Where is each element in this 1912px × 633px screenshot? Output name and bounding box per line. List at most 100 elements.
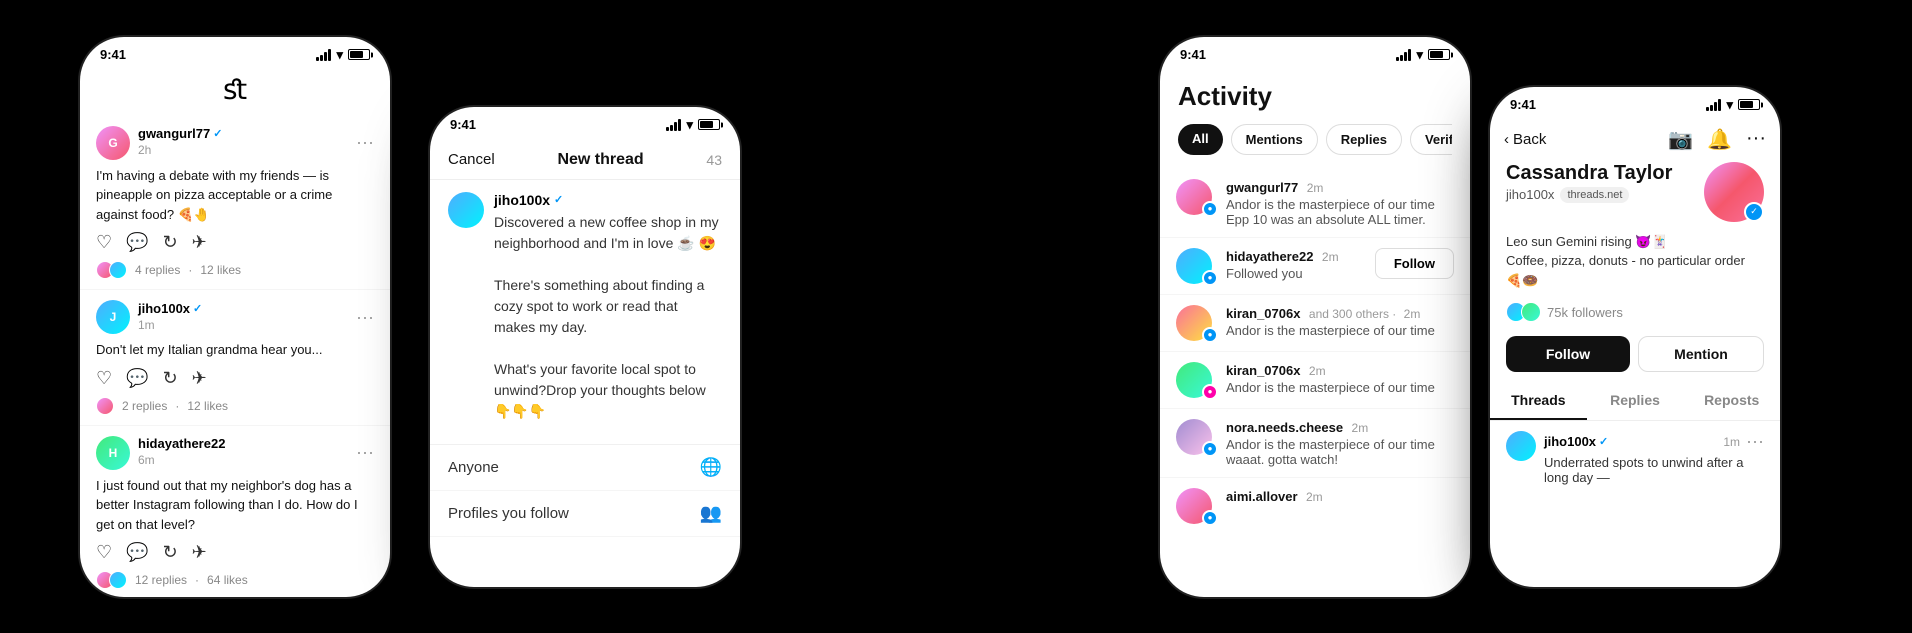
post-likes-1: 12 likes [200,263,241,277]
activity-time-6: 2m [1306,490,1323,504]
wifi-icon-1: ▾ [336,47,343,63]
stat-avatars-3 [96,571,127,589]
more-button-2[interactable]: ··· [356,307,374,328]
share-icon-3[interactable]: ✈ [192,542,207,563]
profile-nav: ‹ Back 📷 🔔 ··· [1490,119,1780,158]
status-icons-4: ▾ [1706,97,1760,113]
comment-icon-3[interactable]: 💬 [126,542,148,563]
phone-feed: 9:41 ▾ ﬆ G [80,37,390,597]
post-replies-2: 2 replies [122,399,167,413]
audience-anyone-label: Anyone [448,459,499,476]
activity-desc-4: Andor is the masterpiece of our time [1226,380,1454,395]
audience-section: Anyone 🌐 Profiles you follow 👥 [430,444,740,537]
repost-icon-3[interactable]: ↻ [163,542,178,563]
battery-icon-1 [348,49,370,60]
signal-icon-2 [666,119,681,131]
stat-avatars-1 [96,261,127,279]
activity-user-5: nora.needs.cheese [1226,420,1343,435]
avatar-hidayathere22: H [96,436,130,470]
repost-icon-2[interactable]: ↻ [163,368,178,389]
compose-verified: ✓ [554,193,563,206]
filter-mentions[interactable]: Mentions [1231,124,1318,155]
avatar-jiho100x: J [96,300,130,334]
profile-info: Cassandra Taylor jiho100x threads.net [1506,162,1704,203]
activity-indicator-1: ● [1202,201,1218,217]
like-icon-1[interactable]: ♡ [96,232,112,253]
activity-text-4: kiran_0706x 2m Andor is the masterpiece … [1226,362,1454,395]
profile-post-more[interactable]: ··· [1746,431,1764,452]
compose-area: jiho100x ✓ Discovered a new coffee shop … [430,180,740,434]
time-1: 9:41 [100,47,126,62]
mention-button[interactable]: Mention [1638,336,1764,372]
filter-replies[interactable]: Replies [1326,124,1402,155]
status-bar-2: 9:41 ▾ [430,107,740,139]
activity-time-3b: 2m [1404,307,1421,321]
post-header-1: G gwangurl77 ✓ 2h ··· [96,126,374,160]
stat-av-2 [109,261,127,279]
activity-text-5: nora.needs.cheese 2m Andor is the master… [1226,419,1454,467]
signal-icon-1 [316,49,331,61]
cancel-button[interactable]: Cancel [448,151,495,168]
back-button[interactable]: ‹ Back [1504,131,1546,148]
wifi-icon-3: ▾ [1416,47,1423,63]
more-button-1[interactable]: ··· [356,132,374,153]
post-time-2: 1m [138,318,155,332]
profile-followers: 75k followers [1490,298,1780,332]
filter-all[interactable]: All [1178,124,1223,155]
comment-icon-2[interactable]: 💬 [126,368,148,389]
share-icon-1[interactable]: ✈ [192,232,207,253]
activity-time-2: 2m [1322,250,1339,264]
like-icon-3[interactable]: ♡ [96,542,112,563]
status-bar-3: 9:41 ▾ [1160,37,1470,69]
bell-icon[interactable]: 🔔 [1707,127,1732,152]
post-time-1: 2h [138,143,151,157]
feed-header: ﬆ [80,69,390,116]
audience-anyone[interactable]: Anyone 🌐 [430,445,740,491]
follow-button-hidayathere22[interactable]: Follow [1375,248,1454,279]
threads-logo: ﬆ [223,73,247,106]
activity-indicator-3: ● [1202,327,1218,343]
more-button-3[interactable]: ··· [356,442,374,463]
share-icon-2[interactable]: ✈ [192,368,207,389]
compose-text[interactable]: Discovered a new coffee shop in my neigh… [494,212,722,422]
post-replies-3: 12 replies [135,573,187,587]
audience-profiles-follow[interactable]: Profiles you follow 👥 [430,491,740,537]
repost-icon-1[interactable]: ↻ [163,232,178,253]
tab-reposts[interactable]: Reposts [1683,382,1780,420]
battery-icon-4 [1738,99,1760,110]
bio-line-2: Coffee, pizza, donuts - no particular or… [1506,251,1764,290]
activity-avatars-5: ● [1176,419,1216,455]
instagram-icon[interactable]: 📷 [1668,127,1693,152]
follow-profile-button[interactable]: Follow [1506,336,1630,372]
compose-content: jiho100x ✓ Discovered a new coffee shop … [494,192,722,422]
tab-replies[interactable]: Replies [1587,382,1684,420]
activity-item-2: ● hidayathere22 2m Followed you Follow [1160,238,1470,295]
comment-icon-1[interactable]: 💬 [126,232,148,253]
post-content-3: I just found out that my neighbor's dog … [96,476,374,535]
phone-profile: 9:41 ▾ ‹ Back 📷 � [1490,87,1780,587]
feed-post-1: G gwangurl77 ✓ 2h ··· I'm having a debat… [80,116,390,291]
activity-user-1: gwangurl77 [1226,180,1298,195]
profile-post-avatar [1506,431,1536,461]
activity-time-3: and 300 others · [1309,307,1400,321]
compose-username: jiho100x ✓ [494,192,722,208]
profile-badge: ✓ [1744,202,1764,222]
char-count: 43 [706,152,722,168]
people-icon: 👥 [700,503,722,524]
tab-threads[interactable]: Threads [1490,382,1587,420]
activity-indicator-2: ● [1202,270,1218,286]
battery-icon-3 [1428,49,1450,60]
profile-tabs: Threads Replies Reposts [1490,382,1780,421]
globe-icon: 🌐 [700,457,722,478]
post-meta-1: gwangurl77 ✓ 2h [138,126,348,159]
activity-time-5: 2m [1352,421,1369,435]
more-icon[interactable]: ··· [1746,127,1766,152]
activity-indicator-4: ● [1202,384,1218,400]
filter-verified[interactable]: Verif... [1410,124,1452,155]
profile-actions: Follow Mention [1490,332,1780,382]
activity-item-5: ● nora.needs.cheese 2m Andor is the mast… [1160,409,1470,478]
like-icon-2[interactable]: ♡ [96,368,112,389]
activity-user-2: hidayathere22 [1226,249,1313,264]
activity-item-6: ● aimi.allover 2m [1160,478,1470,534]
feed-post-2: J jiho100x ✓ 1m ··· Don't let my Italian… [80,290,390,426]
